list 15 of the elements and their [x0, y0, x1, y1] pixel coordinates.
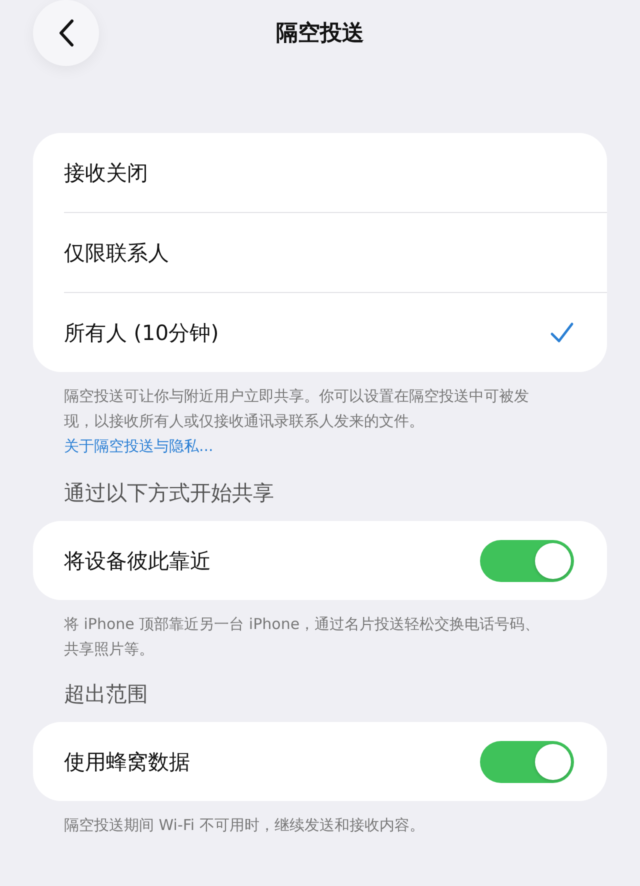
setting-description: 将 iPhone 顶部靠近另一台 iPhone，通过名片投送轻松交换电话号码、共享照片等。: [64, 614, 541, 660]
toggle-switch[interactable]: [480, 740, 574, 782]
setting-label: 将设备彼此靠近: [64, 548, 212, 574]
section-header: 超出范围: [64, 681, 149, 708]
option-label[interactable]: 所有人 (10分钟): [64, 318, 550, 346]
privacy-link[interactable]: 关于隔空投送与隐私...: [64, 437, 214, 455]
page-title: 隔空投送: [276, 20, 364, 48]
toggle-switch[interactable]: [480, 540, 574, 582]
option-label[interactable]: 仅限联系人: [64, 238, 550, 266]
option-label[interactable]: 接收关闭: [64, 158, 550, 186]
chevron-left-icon: [58, 19, 74, 47]
section-header: 通过以下方式开始共享: [64, 480, 275, 507]
setting-description: 隔空投送期间 Wi-Fi 不可用时，继续发送和接收内容。: [64, 815, 426, 836]
setting-label: 使用蜂窝数据: [64, 748, 191, 776]
options-description: 隔空投送可让你与附近用户立即共享。你可以设置在隔空投送中可被发现，以接收所有人或仅接收通讯录联系人发来的文件。 关于隔空投送与隐私...: [64, 386, 530, 457]
